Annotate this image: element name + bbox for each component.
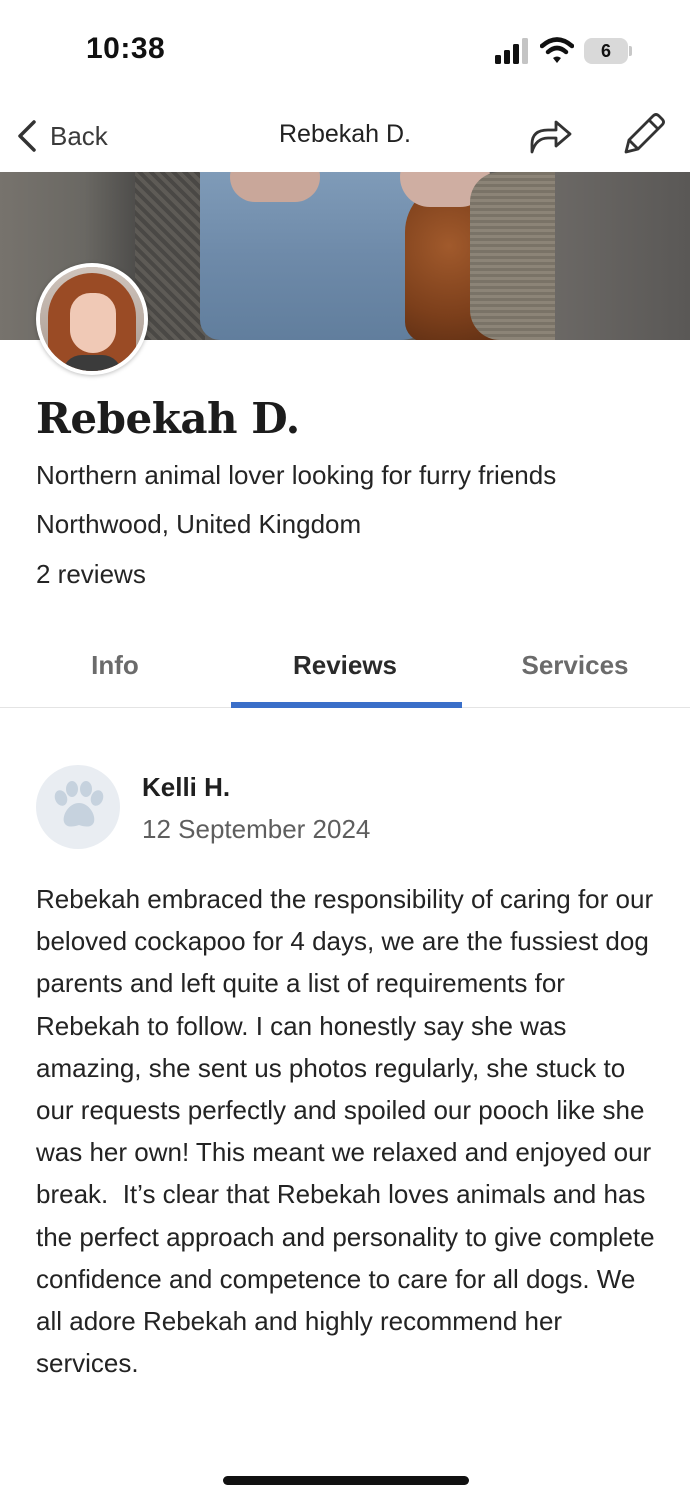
review-date: 12 September 2024 bbox=[142, 814, 371, 844]
review-count[interactable]: 2 reviews bbox=[36, 559, 146, 590]
back-button[interactable]: Back bbox=[14, 112, 108, 160]
share-arrow-icon[interactable] bbox=[526, 112, 574, 158]
profile-name: Rebekah D. bbox=[36, 394, 300, 443]
chevron-left-icon bbox=[18, 120, 36, 152]
tab-services[interactable]: Services bbox=[460, 650, 690, 681]
reviewer-avatar bbox=[36, 765, 120, 849]
wifi-icon bbox=[540, 37, 574, 63]
active-tab-indicator bbox=[231, 702, 462, 708]
profile-tagline: Northern animal lover looking for furry … bbox=[36, 460, 557, 490]
navigation-bar: Back Rebekah D. bbox=[0, 100, 690, 172]
tab-info[interactable]: Info bbox=[0, 650, 230, 681]
profile-location: Northwood, United Kingdom bbox=[36, 509, 362, 539]
pencil-icon[interactable] bbox=[620, 110, 666, 158]
review-body: Rebekah embraced the responsibility of c… bbox=[36, 884, 662, 1379]
battery-icon: 6 bbox=[584, 38, 632, 64]
home-indicator[interactable] bbox=[223, 1476, 469, 1485]
reviewer-name: Kelli H. bbox=[142, 772, 231, 802]
profile-tabs: Info Reviews Services bbox=[0, 630, 690, 708]
back-label: Back bbox=[50, 120, 108, 151]
cellular-signal-icon bbox=[495, 38, 528, 64]
tab-reviews[interactable]: Reviews bbox=[230, 650, 460, 681]
status-time: 10:38 bbox=[86, 32, 166, 65]
battery-level: 6 bbox=[600, 41, 611, 61]
paw-print-icon bbox=[54, 781, 104, 827]
status-bar: 10:38 6 bbox=[0, 0, 690, 100]
profile-avatar[interactable] bbox=[36, 263, 148, 375]
nav-title: Rebekah D. bbox=[278, 120, 412, 148]
